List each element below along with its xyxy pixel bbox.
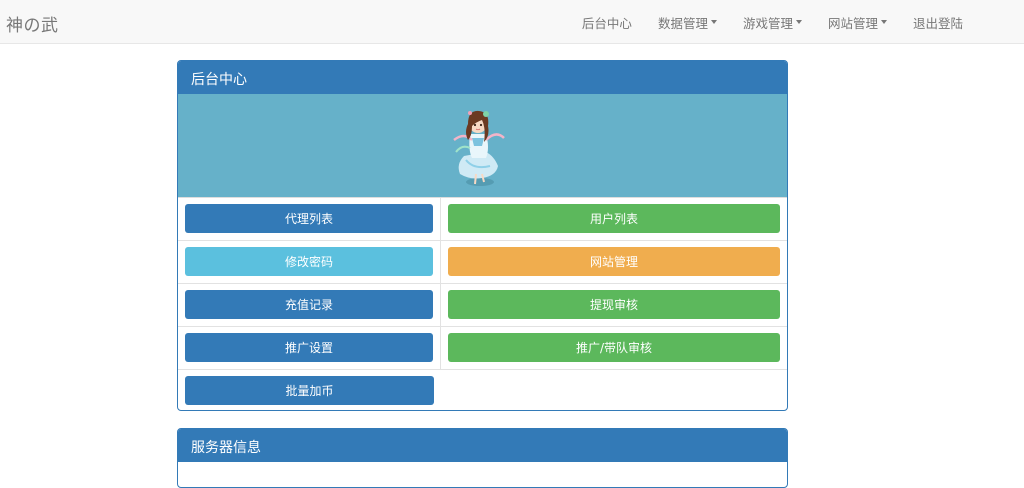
promotion-settings-button[interactable]: 推广设置 xyxy=(185,333,433,362)
site-management-button[interactable]: 网站管理 xyxy=(448,247,780,276)
grid-cell: 充值记录 xyxy=(178,284,441,326)
main-nav: 后台中心 数据管理 游戏管理 网站管理 退出登陆 xyxy=(569,0,976,44)
server-info-panel: 服务器信息 xyxy=(177,428,788,488)
user-list-button[interactable]: 用户列表 xyxy=(448,204,780,233)
button-row: 充值记录 提现审核 xyxy=(178,284,787,327)
grid-cell: 代理列表 xyxy=(178,198,441,240)
caret-down-icon xyxy=(710,20,717,24)
caret-down-icon xyxy=(795,20,802,24)
nav-item-logout[interactable]: 退出登陆 xyxy=(900,0,976,44)
button-row: 代理列表 用户列表 xyxy=(178,198,787,241)
recharge-records-button[interactable]: 充值记录 xyxy=(185,290,433,319)
button-row: 批量加币 xyxy=(178,370,787,410)
button-row: 推广设置 推广/带队审核 xyxy=(178,327,787,370)
game-character-illustration xyxy=(453,110,505,186)
button-row: 修改密码 网站管理 xyxy=(178,241,787,284)
agent-list-button[interactable]: 代理列表 xyxy=(185,204,433,233)
grid-cell: 推广设置 xyxy=(178,327,441,369)
top-navbar: 神の武 后台中心 数据管理 游戏管理 网站管理 退出登陆 xyxy=(0,0,1024,44)
caret-down-icon xyxy=(880,20,887,24)
withdrawal-review-button[interactable]: 提现审核 xyxy=(448,290,780,319)
nav-item-dashboard[interactable]: 后台中心 xyxy=(569,0,645,44)
grid-cell: 用户列表 xyxy=(441,198,787,240)
grid-cell: 推广/带队审核 xyxy=(441,327,787,369)
nav-item-site-management[interactable]: 网站管理 xyxy=(815,0,900,44)
grid-cell: 修改密码 xyxy=(178,241,441,283)
nav-item-data-management[interactable]: 数据管理 xyxy=(645,0,730,44)
action-button-grid: 代理列表 用户列表 修改密码 网站管理 充值记录 提现审核 推广设置 推广/带队… xyxy=(178,198,787,410)
promotion-team-review-button[interactable]: 推广/带队审核 xyxy=(448,333,780,362)
nav-item-game-management[interactable]: 游戏管理 xyxy=(730,0,815,44)
nav-item-label: 后台中心 xyxy=(581,15,632,31)
nav-item-label: 数据管理 xyxy=(657,15,708,31)
nav-item-label: 网站管理 xyxy=(827,15,878,31)
grid-cell: 提现审核 xyxy=(441,284,787,326)
brand-logo-text[interactable]: 神の武 xyxy=(6,11,59,36)
nav-item-label: 退出登陆 xyxy=(912,15,963,31)
bulk-add-coins-button[interactable]: 批量加币 xyxy=(185,376,434,405)
grid-cell: 网站管理 xyxy=(441,241,787,283)
change-password-button[interactable]: 修改密码 xyxy=(185,247,433,276)
panel-title: 后台中心 xyxy=(178,61,787,94)
grid-cell: 批量加币 xyxy=(178,370,441,410)
panel-title: 服务器信息 xyxy=(178,429,787,462)
nav-item-label: 游戏管理 xyxy=(742,15,793,31)
banner-image xyxy=(178,94,787,198)
grid-cell-empty xyxy=(441,370,787,410)
dashboard-panel: 后台中心 代理列表 用户列表 修改密码 网站管理 充值记录 提现审核 推广设置 … xyxy=(177,60,788,411)
